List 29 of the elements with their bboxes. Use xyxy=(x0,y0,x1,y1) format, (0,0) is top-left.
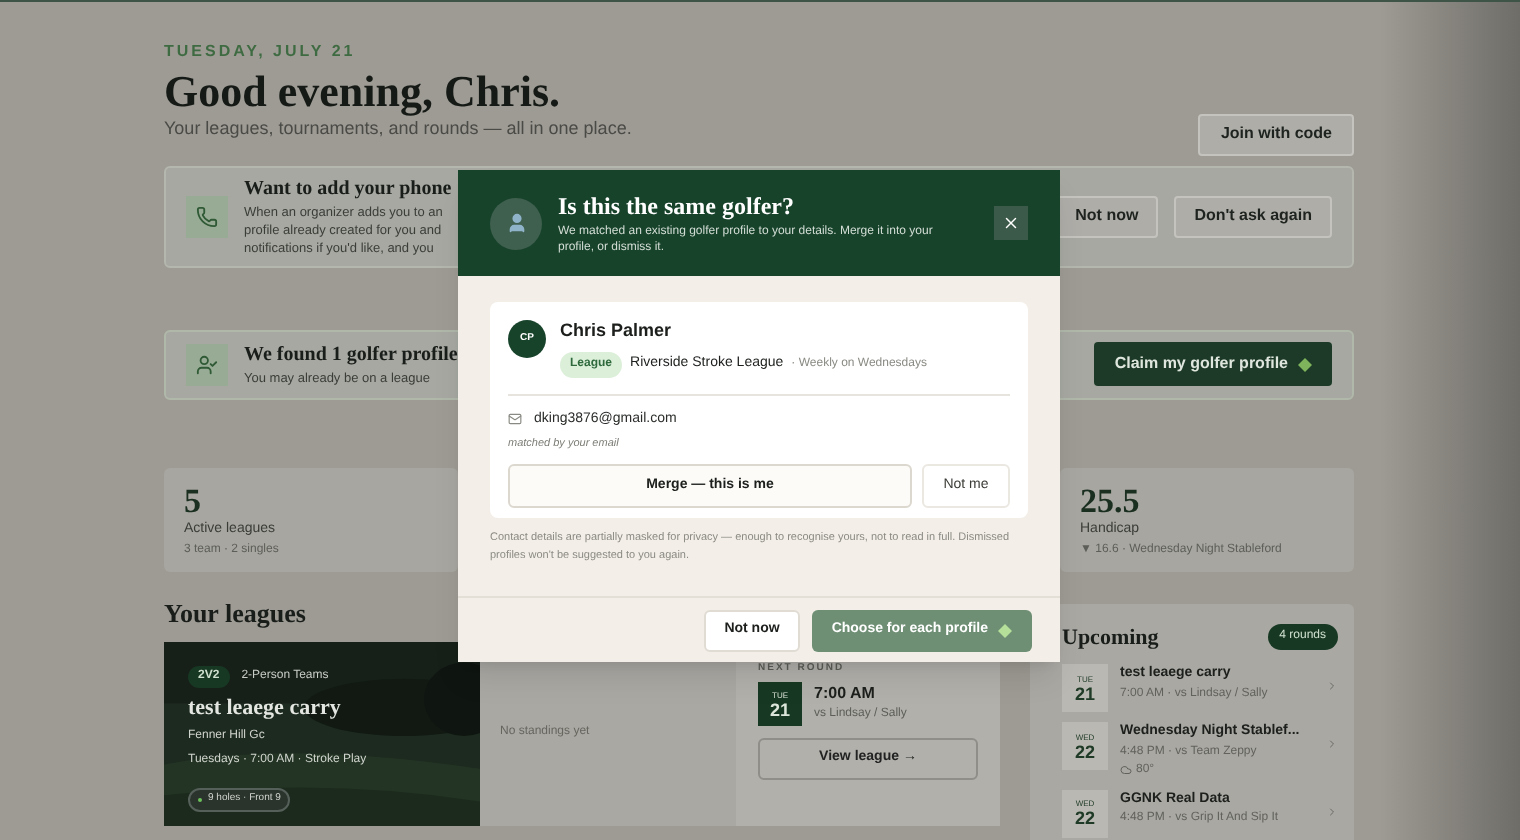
diamond-icon xyxy=(998,623,1012,637)
page-title: Good evening, Chris. xyxy=(164,68,563,116)
banner-button[interactable]: Don't ask again xyxy=(1174,195,1332,237)
chevron-icon xyxy=(1326,805,1338,817)
banner-title: Want to add your phone xyxy=(244,176,452,204)
claim-profile-button[interactable]: Claim my golfer profile xyxy=(1094,342,1332,386)
banner-title: We found 1 golfer profile xyxy=(244,341,458,370)
close-button[interactable] xyxy=(994,206,1028,240)
close-icon xyxy=(1002,214,1020,232)
phone-icon xyxy=(186,195,228,237)
join-code-button[interactable]: Join with code xyxy=(1198,113,1354,155)
chevron-icon xyxy=(1326,738,1338,750)
date-label: TUESDAY, JULY 21 xyxy=(164,40,358,64)
page-subtitle: Your leagues, tournaments, and rounds — all in one place. xyxy=(164,116,632,142)
stat-value: 5 xyxy=(184,483,203,519)
user-check-icon xyxy=(186,343,228,385)
chevron-icon xyxy=(1326,680,1338,692)
league-name: test leaege carry xyxy=(188,693,343,723)
dialog-title: Is this the same golfer? xyxy=(558,191,796,219)
section-heading: Upcoming xyxy=(1062,623,1159,653)
diamond-icon xyxy=(1298,357,1312,371)
banner-button[interactable]: Not now xyxy=(1055,195,1159,237)
section-heading: Your leagues xyxy=(164,597,306,629)
mail-icon xyxy=(508,412,522,427)
round-time: 7:00 AM xyxy=(814,682,877,706)
cloud-icon xyxy=(1120,764,1132,776)
stat-value: 25.5 xyxy=(1080,483,1142,519)
profile-name: Chris Palmer xyxy=(560,318,674,344)
user-icon xyxy=(505,212,527,234)
